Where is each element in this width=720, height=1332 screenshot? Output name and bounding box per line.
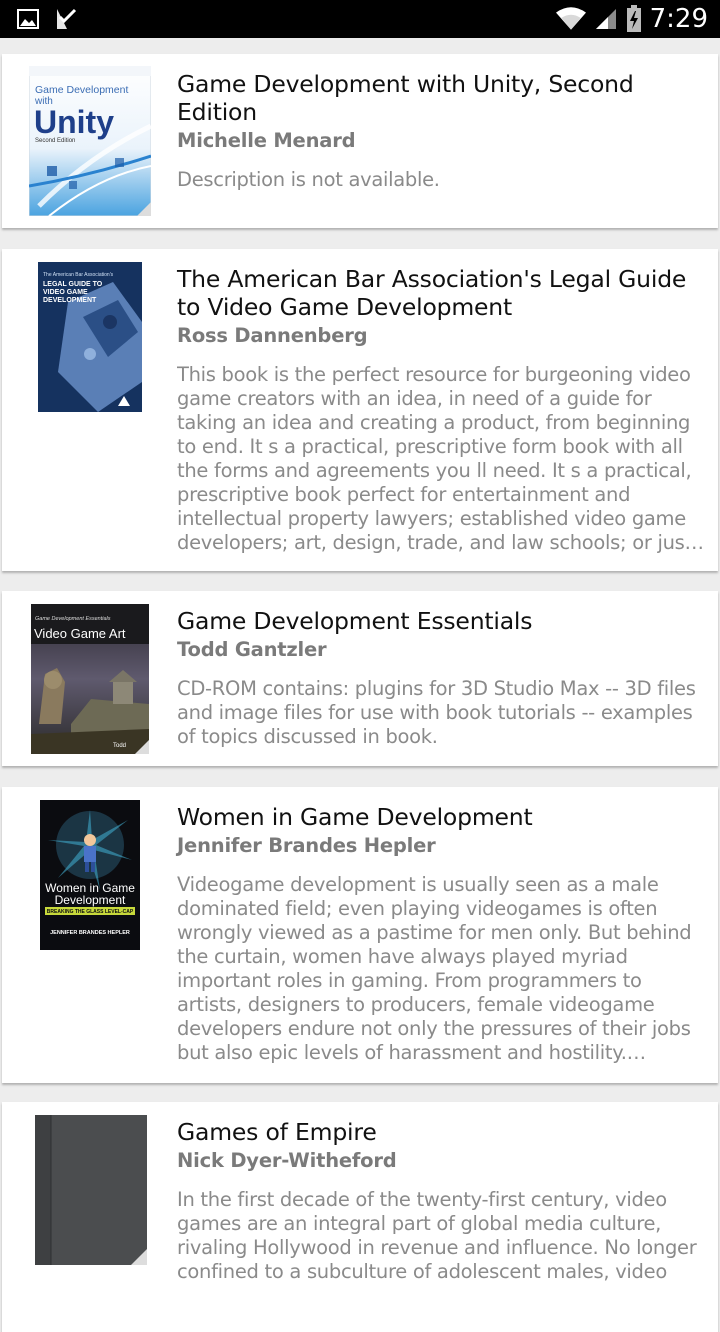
svg-text:BREAKING THE GLASS LEVEL-CAP: BREAKING THE GLASS LEVEL-CAP [47, 909, 134, 915]
book-title: Game Development Essentials [177, 607, 533, 635]
book-info: The American Bar Association's Legal Gui… [177, 265, 704, 555]
book-cover-video-game-art: Game Development Essentials Video Game A… [31, 604, 149, 754]
svg-text:Game Development: Game Development [35, 84, 128, 96]
book-description: Videogame development is usually seen as… [177, 873, 692, 1064]
book-info: Game Development Essentials Todd Gantzle… [177, 607, 704, 749]
status-bar: 7:29 [0, 0, 720, 38]
book-title: Women in Game Development [177, 803, 533, 831]
book-author: Michelle Menard [177, 129, 356, 152]
book-description: In the first decade of the twenty-first … [177, 1188, 697, 1283]
book-info: Games of Empire Nick Dyer-Witheford In t… [177, 1118, 704, 1284]
status-time: 7:29 [649, 4, 708, 34]
book-cover-unity: Game Development with Unity Second Editi… [28, 65, 153, 217]
book-cover-legal-guide: The American Bar Association's LEGAL GUI… [38, 262, 142, 412]
svg-text:Development: Development [55, 893, 126, 907]
book-description: Description is not available. [177, 168, 440, 191]
signal-icon [595, 9, 616, 29]
book-info: Game Development with Unity, Second Edit… [177, 70, 704, 192]
book-card[interactable]: Game Development with Unity Second Editi… [2, 54, 718, 228]
book-author: Todd Gantzler [177, 638, 327, 661]
book-card[interactable]: Women in Game Development BREAKING THE G… [2, 787, 718, 1083]
svg-text:LEGAL GUIDE TO: LEGAL GUIDE TO [43, 281, 103, 288]
book-description: This book is the perfect resource for bu… [177, 363, 692, 554]
svg-text:Todd: Todd [113, 743, 126, 749]
book-cover-games-of-empire [35, 1115, 147, 1265]
book-card[interactable]: Game Development Essentials Video Game A… [2, 591, 718, 766]
book-title: Games of Empire [177, 1118, 377, 1146]
svg-text:Video Game Art: Video Game Art [34, 626, 126, 641]
svg-text:Game Development Essentials: Game Development Essentials [35, 616, 111, 622]
book-info: Women in Game Development Jennifer Brand… [177, 803, 704, 1065]
book-card[interactable]: Games of Empire Nick Dyer-Witheford In t… [2, 1102, 718, 1332]
book-title: Game Development with Unity, Second Edit… [177, 70, 634, 126]
book-author: Nick Dyer-Witheford [177, 1149, 397, 1172]
book-card[interactable]: The American Bar Association's LEGAL GUI… [2, 249, 718, 571]
book-description: CD-ROM contains: plugins for 3D Studio M… [177, 677, 696, 748]
book-author: Jennifer Brandes Hepler [177, 834, 436, 857]
svg-text:The American Bar Association's: The American Bar Association's [43, 272, 114, 278]
image-icon [17, 9, 39, 29]
book-title: The American Bar Association's Legal Gui… [177, 265, 687, 321]
book-cover-women-in-game-dev: Women in Game Development BREAKING THE G… [40, 800, 140, 950]
book-author: Ross Dannenberg [177, 324, 368, 347]
svg-text:DEVELOPMENT: DEVELOPMENT [43, 297, 97, 304]
svg-text:JENNIFER BRANDES HEPLER: JENNIFER BRANDES HEPLER [50, 930, 130, 936]
svg-text:Unity: Unity [34, 104, 114, 140]
check-download-icon [57, 8, 77, 29]
battery-charging-icon [626, 5, 641, 32]
svg-text:VIDEO GAME: VIDEO GAME [43, 289, 88, 296]
wifi-icon [555, 7, 586, 30]
svg-text:Second Edition: Second Edition [35, 138, 75, 144]
